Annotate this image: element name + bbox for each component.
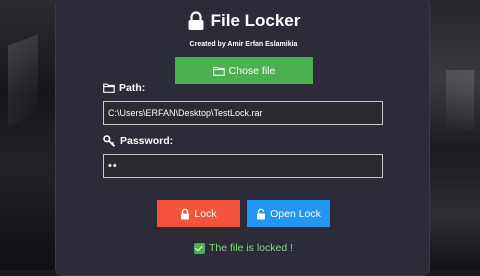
- open-lock-button[interactable]: Open Lock: [247, 200, 330, 227]
- background-right: [430, 0, 480, 270]
- key-icon: [103, 135, 116, 147]
- folder-icon: [212, 66, 225, 76]
- status-text: The file is locked !: [208, 242, 294, 254]
- lock-icon: [181, 208, 190, 219]
- title-row: File Locker: [56, 9, 431, 33]
- file-locker-window: File Locker Created by Amir Erfan Eslami…: [55, 0, 430, 276]
- path-input[interactable]: [103, 101, 383, 125]
- lock-button[interactable]: Lock: [157, 200, 240, 227]
- password-label-text: Password:: [120, 135, 174, 147]
- password-label: Password:: [103, 135, 173, 147]
- lock-button-label: Lock: [194, 207, 217, 220]
- background-left: [0, 0, 55, 270]
- path-label-text: Path:: [119, 82, 146, 94]
- lock-icon: [188, 11, 204, 30]
- app-subtitle: Created by Amir Erfan Eslamikia: [189, 41, 298, 48]
- choose-file-button[interactable]: Chose file: [175, 57, 313, 84]
- open-lock-button-label: Open Lock: [270, 207, 321, 220]
- status-message: The file is locked !: [56, 242, 431, 254]
- password-input[interactable]: [103, 154, 383, 178]
- choose-file-label: Chose file: [228, 64, 276, 77]
- app-title: File Locker: [210, 11, 301, 30]
- checkmark-icon: [193, 242, 205, 254]
- path-label: Path:: [103, 82, 145, 94]
- folder-icon: [103, 83, 115, 93]
- unlock-icon: [257, 208, 266, 219]
